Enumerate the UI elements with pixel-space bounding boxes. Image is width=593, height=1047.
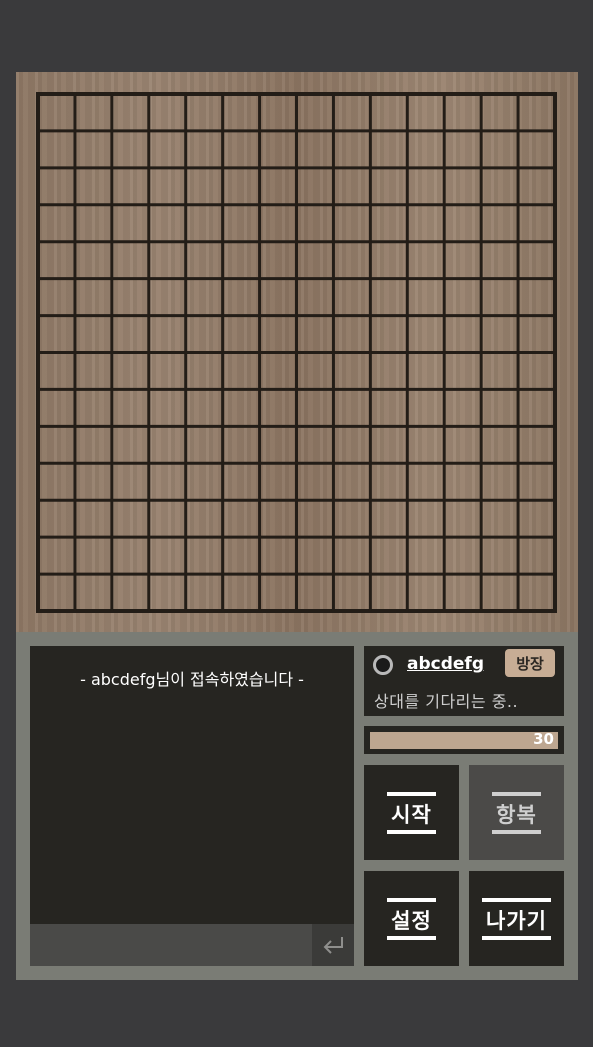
timer-value: 30 [533, 730, 554, 748]
player-name[interactable]: abcdefg [407, 654, 484, 674]
board-grid[interactable] [16, 72, 578, 632]
exit-button-label: 나가기 [482, 897, 551, 940]
start-button[interactable]: 시작 [364, 765, 459, 860]
host-badge: 방장 [505, 649, 555, 677]
enter-arrow-icon [323, 937, 343, 954]
surrender-button-label: 항복 [492, 791, 541, 834]
chat-log: - abcdefg님이 접속하였습니다 - [30, 646, 354, 924]
send-button[interactable] [312, 924, 354, 966]
chat-input[interactable] [30, 924, 312, 966]
chat-message: - abcdefg님이 접속하였습니다 - [80, 670, 304, 689]
game-board[interactable] [16, 72, 578, 632]
settings-button-label: 설정 [387, 897, 436, 940]
exit-button[interactable]: 나가기 [469, 871, 564, 966]
start-button-label: 시작 [387, 791, 436, 834]
white-stone-icon [373, 655, 393, 675]
settings-button[interactable]: 설정 [364, 871, 459, 966]
surrender-button[interactable]: 항복 [469, 765, 564, 860]
status-text: 상대를 기다리는 중.. [374, 692, 519, 711]
